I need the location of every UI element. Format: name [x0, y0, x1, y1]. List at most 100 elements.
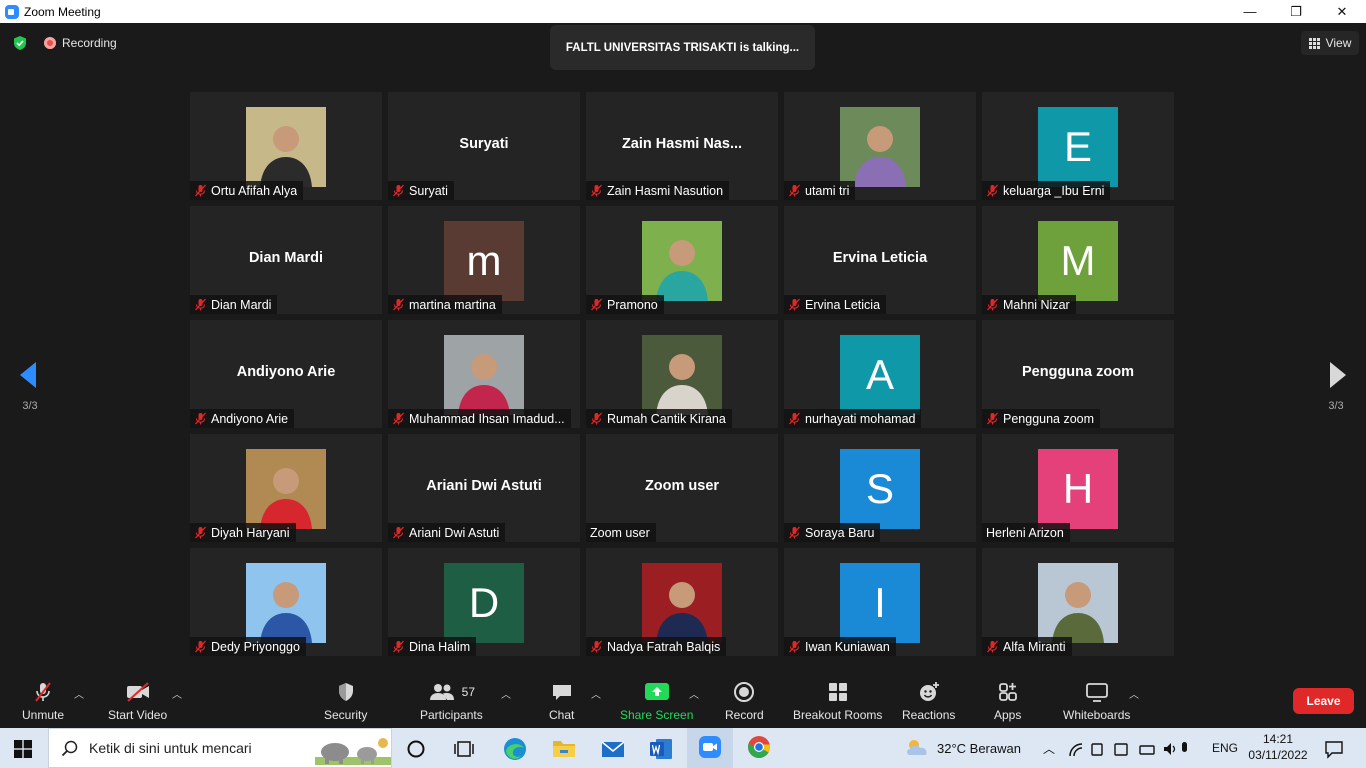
- participant-tile[interactable]: Pengguna zoom Pengguna zoom: [982, 320, 1174, 428]
- participant-tile[interactable]: Ekeluarga _Ibu Erni: [982, 92, 1174, 200]
- apps-icon: [998, 683, 1017, 701]
- participant-name-label: Dedy Priyonggo: [190, 637, 306, 656]
- whiteboards-button[interactable]: Whiteboards: [1063, 680, 1130, 722]
- clock[interactable]: 14:21 03/11/2022: [1246, 731, 1310, 763]
- participant-name-label: Soraya Baru: [784, 523, 881, 542]
- leave-button[interactable]: Leave: [1293, 688, 1354, 714]
- weather-cloud-icon[interactable]: [904, 737, 932, 757]
- participant-name: Zain Hasmi Nasution: [607, 183, 724, 198]
- participant-tile[interactable]: Anurhayati mohamad: [784, 320, 976, 428]
- record-button[interactable]: Record: [725, 680, 764, 722]
- taskbar-search-box[interactable]: Ketik di sini untuk mencari: [48, 728, 392, 768]
- audio-options-chevron-icon[interactable]: ︿: [74, 686, 84, 701]
- muted-mic-icon: [789, 412, 800, 425]
- participant-tile[interactable]: Muhammad Ihsan Imadud...: [388, 320, 580, 428]
- close-button[interactable]: ✕: [1319, 0, 1365, 23]
- tray-overflow-chevron-icon[interactable]: ︿: [1043, 728, 1055, 768]
- mail-icon[interactable]: [600, 737, 626, 761]
- recording-label: Recording: [62, 36, 117, 50]
- cortana-circle-icon[interactable]: [406, 739, 426, 759]
- next-page-arrow-icon[interactable]: [1328, 360, 1348, 390]
- participant-tile[interactable]: S Soraya Baru: [784, 434, 976, 542]
- participant-tile[interactable]: Ervina Leticia Ervina Leticia: [784, 206, 976, 314]
- record-label: Record: [725, 708, 764, 722]
- notifications-icon[interactable]: [1324, 739, 1344, 759]
- participant-tile[interactable]: Diyah Haryani: [190, 434, 382, 542]
- start-video-button[interactable]: Start Video: [108, 680, 167, 722]
- muted-mic-icon: [393, 184, 404, 197]
- apps-button[interactable]: Apps: [994, 680, 1021, 722]
- whiteboards-options-chevron-icon[interactable]: ︿: [1129, 686, 1139, 701]
- muted-mic-icon: [987, 298, 998, 311]
- participant-name-label: Ortu Afifah Alya: [190, 181, 304, 200]
- breakout-rooms-icon: [828, 683, 847, 701]
- participant-tile[interactable]: Ortu Afifah Alya: [190, 92, 382, 200]
- participant-display-name: Zoom user: [644, 478, 720, 494]
- unmute-button[interactable]: Unmute: [22, 680, 64, 722]
- participant-avatar-letter: S: [840, 449, 920, 529]
- zoom-taskbar-active[interactable]: [687, 728, 733, 768]
- chat-button[interactable]: Chat: [549, 680, 574, 722]
- apps-label: Apps: [994, 708, 1022, 722]
- microsoft-word-icon[interactable]: [648, 736, 674, 762]
- chrome-browser-icon: [748, 736, 771, 758]
- participant-name: Ariani Dwi Astuti: [409, 525, 500, 540]
- participant-tile[interactable]: I Iwan Kuniawan: [784, 548, 976, 656]
- security-label: Security: [324, 708, 368, 722]
- muted-mic-icon: [591, 640, 602, 653]
- share-options-chevron-icon[interactable]: ︿: [689, 686, 699, 701]
- participant-tile[interactable]: Dian Mardi Dian Mardi: [190, 206, 382, 314]
- language-indicator[interactable]: ENG: [1212, 728, 1238, 768]
- security-button[interactable]: Security: [324, 680, 367, 722]
- recording-indicator[interactable]: Recording: [44, 36, 117, 50]
- previous-page-arrow-icon[interactable]: [18, 360, 38, 390]
- participant-tile[interactable]: M Mahni Nizar: [982, 206, 1174, 314]
- participant-name: Dina Halim: [409, 639, 471, 654]
- participant-display-name: Andiyono Arie: [236, 364, 336, 380]
- chrome-taskbar-item[interactable]: [736, 728, 782, 768]
- participant-avatar-letter: H: [1038, 449, 1118, 529]
- participant-tile[interactable]: Alfa Miranti: [982, 548, 1174, 656]
- participant-name-label: Alfa Miranti: [982, 637, 1072, 656]
- participant-tile[interactable]: utami tri: [784, 92, 976, 200]
- breakout-rooms-label: Breakout Rooms: [793, 708, 883, 722]
- participant-tile[interactable]: Suryati Suryati: [388, 92, 580, 200]
- task-view-icon[interactable]: [453, 739, 475, 759]
- maximize-button[interactable]: ❐: [1273, 0, 1319, 23]
- participant-photo: [840, 107, 920, 187]
- participant-tile[interactable]: Rumah Cantik Kirana: [586, 320, 778, 428]
- reactions-label: Reactions: [902, 708, 956, 722]
- participant-tile[interactable]: m martina martina: [388, 206, 580, 314]
- edge-browser-icon[interactable]: [502, 736, 528, 762]
- participant-name: nurhayati mohamad: [805, 411, 916, 426]
- participant-tile[interactable]: Nadya Fatrah Balqis: [586, 548, 778, 656]
- system-tray-icons[interactable]: [1068, 740, 1188, 758]
- participant-name-label: Zain Hasmi Nasution: [586, 181, 730, 200]
- windows-start-icon[interactable]: [14, 740, 32, 758]
- participant-tile[interactable]: Zain Hasmi Nas... Zain Hasmi Nasution: [586, 92, 778, 200]
- participant-tile[interactable]: Ariani Dwi Astuti Ariani Dwi Astuti: [388, 434, 580, 542]
- minimize-button[interactable]: —: [1227, 0, 1273, 23]
- weather-label[interactable]: 32°C Berawan: [937, 728, 1021, 768]
- participant-tile[interactable]: Pramono: [586, 206, 778, 314]
- reactions-button[interactable]: Reactions: [902, 680, 955, 722]
- participant-tile[interactable]: H Herleni Arizon: [982, 434, 1174, 542]
- encryption-shield-icon[interactable]: [12, 35, 28, 51]
- participant-tile[interactable]: Dedy Priyonggo: [190, 548, 382, 656]
- view-button[interactable]: View: [1301, 31, 1359, 55]
- participant-name-label: Rumah Cantik Kirana: [586, 409, 732, 428]
- participants-options-chevron-icon[interactable]: ︿: [501, 686, 511, 701]
- participant-avatar-letter: E: [1038, 107, 1118, 187]
- chat-options-chevron-icon[interactable]: ︿: [591, 686, 601, 701]
- participant-tile[interactable]: Andiyono Arie Andiyono Arie: [190, 320, 382, 428]
- participant-name: Herleni Arizon: [986, 525, 1064, 540]
- video-options-chevron-icon[interactable]: ︿: [172, 686, 182, 701]
- participant-tile[interactable]: D Dina Halim: [388, 548, 580, 656]
- participants-button[interactable]: 57 Participants: [420, 680, 483, 722]
- file-explorer-icon[interactable]: [551, 737, 577, 761]
- share-screen-button[interactable]: Share Screen: [620, 680, 693, 722]
- muted-mic-icon: [195, 184, 206, 197]
- breakout-rooms-button[interactable]: Breakout Rooms: [793, 680, 882, 722]
- participant-tile[interactable]: Zoom user Zoom user: [586, 434, 778, 542]
- meeting-toolbar: Unmute ︿ Start Video ︿ Security 57 Parti…: [0, 672, 1366, 728]
